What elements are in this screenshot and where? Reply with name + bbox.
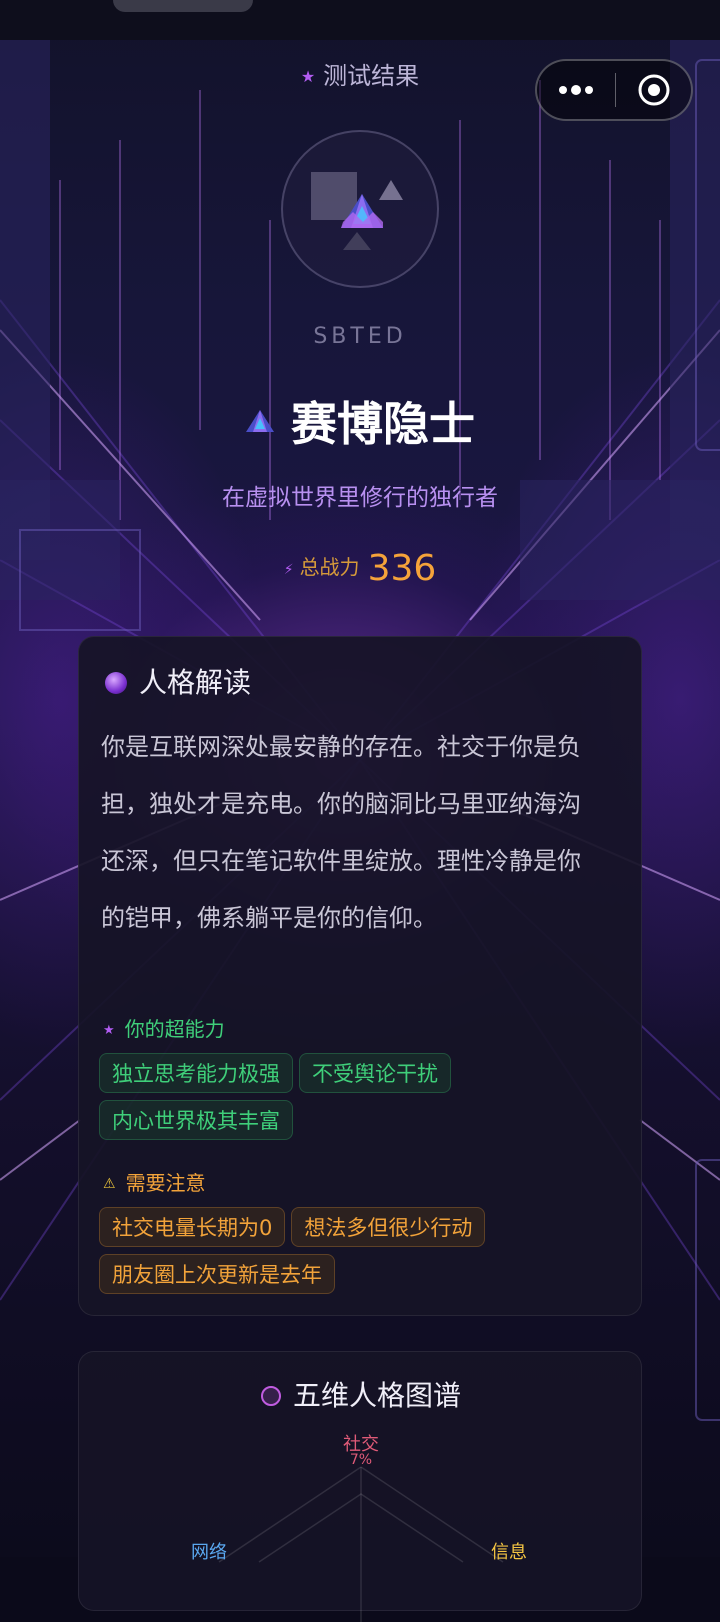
interpretation-description: 你是互联网深处最安静的存在。社交于你是负担，独处才是充电。你的脑洞比马里亚纳海沟… <box>101 733 581 932</box>
chart-bars-icon <box>260 1386 281 1406</box>
radar-card: 五维人格图谱 社交 7% 网络 信息 <box>78 1351 643 1622</box>
page-title: ★ 测试结果 <box>0 56 720 91</box>
page-title-text: 测试结果 <box>323 62 420 90</box>
personality-tagline: 在虚拟世界里修行的独行者 <box>222 485 498 511</box>
interpretation-title-text: 人格解读 <box>139 666 252 699</box>
total-power: ⚡ 总战力 336 <box>0 548 720 589</box>
warning-heading: ⚠ 需要注意 <box>103 1167 206 1196</box>
interpretation-title: 人格解读 <box>105 661 251 701</box>
warning-tag: 朋友圈上次更新是去年 <box>99 1254 335 1294</box>
personality-name-text: 赛博隐士 <box>291 397 475 451</box>
warning-tag: 社交电量长期为0 <box>99 1207 286 1247</box>
superpower-tag: 内心世界极其丰富 <box>99 1100 293 1140</box>
personality-name: 赛博隐士 <box>0 388 720 454</box>
superpower-tags: 独立思考能力极强 不受舆论干扰 内心世界极其丰富 <box>99 1053 619 1147</box>
warning-tag: 想法多但很少行动 <box>291 1207 486 1247</box>
superpower-tag: 独立思考能力极强 <box>99 1053 293 1093</box>
status-bar <box>0 0 720 40</box>
status-bar-notch <box>113 0 253 12</box>
star-icon: ★ <box>300 67 316 86</box>
star-icon: ★ <box>103 1023 115 1038</box>
warning-icon: ⚠ <box>103 1176 116 1192</box>
interpretation-card: 人格解读 你是互联网深处最安静的存在。社交于你是负担，独处才是充电。你的脑洞比马… <box>78 636 642 1316</box>
radar-label-info: 信息 <box>491 1542 527 1563</box>
radar-label-network: 网络 <box>191 1542 227 1563</box>
radar-title: 五维人格图谱 <box>79 1374 643 1414</box>
superpower-heading-text: 你的超能力 <box>124 1017 225 1041</box>
warning-tags: 社交电量长期为0 想法多但很少行动 朋友圈上次更新是去年 <box>99 1207 619 1301</box>
mountain-icon <box>246 410 274 432</box>
radar-title-text: 五维人格图谱 <box>292 1379 461 1412</box>
power-value: 336 <box>367 548 437 589</box>
bolt-icon: ⚡ <box>283 562 294 578</box>
superpower-tag: 不受舆论干扰 <box>299 1053 451 1093</box>
personality-emblem <box>281 130 439 288</box>
superpower-heading: ★ 你的超能力 <box>103 1013 225 1042</box>
radar-value-social: 7% <box>349 1452 373 1468</box>
emblem-art-icon <box>311 172 403 250</box>
warning-heading-text: 需要注意 <box>125 1171 206 1195</box>
crystal-ball-icon <box>105 672 127 694</box>
power-label: 总战力 <box>299 555 360 579</box>
personality-code: SBTED <box>313 324 407 349</box>
